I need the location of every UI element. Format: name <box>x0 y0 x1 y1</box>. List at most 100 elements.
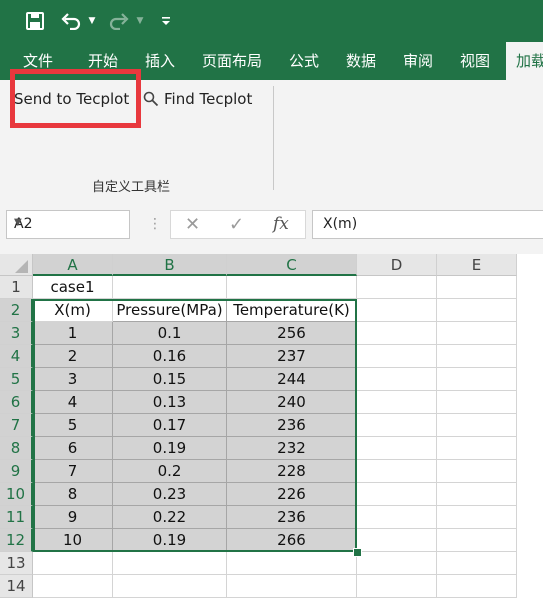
cell-b2[interactable]: Pressure(MPa) <box>113 299 227 322</box>
chevron-down-icon[interactable]: ▼ <box>14 217 123 228</box>
cell-a13[interactable] <box>33 552 113 575</box>
cell-c9[interactable]: 228 <box>227 460 357 483</box>
cell-d1[interactable] <box>357 276 437 299</box>
cell-c1[interactable] <box>227 276 357 299</box>
cell-a9[interactable]: 7 <box>33 460 113 483</box>
column-header-c[interactable]: C <box>227 254 357 276</box>
cell-a10[interactable]: 8 <box>33 483 113 506</box>
enter-icon[interactable]: ✓ <box>229 214 244 235</box>
cell-a5[interactable]: 3 <box>33 368 113 391</box>
cancel-icon[interactable]: ✕ <box>185 214 200 235</box>
cell-b1[interactable] <box>113 276 227 299</box>
cell-b5[interactable]: 0.15 <box>113 368 227 391</box>
cell-a1[interactable]: case1 <box>33 276 113 299</box>
cell-a4[interactable]: 2 <box>33 345 113 368</box>
tab-view[interactable]: 视图 <box>460 42 490 80</box>
undo-icon[interactable] <box>58 8 84 34</box>
cell-c11[interactable]: 236 <box>227 506 357 529</box>
cell-a7[interactable]: 5 <box>33 414 113 437</box>
row-header-4[interactable]: 4 <box>0 345 33 368</box>
cell-a8[interactable]: 6 <box>33 437 113 460</box>
cell-b4[interactable]: 0.16 <box>113 345 227 368</box>
redo-dropdown-icon[interactable]: ▼ <box>134 8 146 34</box>
cell-b3[interactable]: 0.1 <box>113 322 227 345</box>
cell-c13[interactable] <box>227 552 357 575</box>
name-box[interactable]: A2 ▼ <box>6 210 130 239</box>
cell-d13[interactable] <box>357 552 437 575</box>
cell-b13[interactable] <box>113 552 227 575</box>
cell-e10[interactable] <box>437 483 517 506</box>
column-header-e[interactable]: E <box>437 254 517 276</box>
tab-insert[interactable]: 插入 <box>145 42 175 80</box>
cell-b7[interactable]: 0.17 <box>113 414 227 437</box>
column-header-a[interactable]: A <box>33 254 113 276</box>
select-all-corner[interactable] <box>0 254 33 276</box>
row-header-6[interactable]: 6 <box>0 391 33 414</box>
cell-d7[interactable] <box>357 414 437 437</box>
cell-d5[interactable] <box>357 368 437 391</box>
tab-page-layout[interactable]: 页面布局 <box>202 42 262 80</box>
cell-d3[interactable] <box>357 322 437 345</box>
row-header-11[interactable]: 11 <box>0 506 33 529</box>
column-header-d[interactable]: D <box>357 254 437 276</box>
cell-d4[interactable] <box>357 345 437 368</box>
cell-a11[interactable]: 9 <box>33 506 113 529</box>
insert-function-icon[interactable]: fx <box>273 214 289 234</box>
tab-formulas[interactable]: 公式 <box>289 42 319 80</box>
undo-dropdown-icon[interactable]: ▼ <box>86 8 98 34</box>
cell-e6[interactable] <box>437 391 517 414</box>
row-header-8[interactable]: 8 <box>0 437 33 460</box>
cell-b9[interactable]: 0.2 <box>113 460 227 483</box>
row-header-10[interactable]: 10 <box>0 483 33 506</box>
cell-e2[interactable] <box>437 299 517 322</box>
cell-e1[interactable] <box>437 276 517 299</box>
cell-e13[interactable] <box>437 552 517 575</box>
cell-e11[interactable] <box>437 506 517 529</box>
cell-e7[interactable] <box>437 414 517 437</box>
cell-a12[interactable]: 10 <box>33 529 113 552</box>
cell-c4[interactable]: 237 <box>227 345 357 368</box>
worksheet-grid[interactable]: ABCDE 1 2 3 4 5 6 7 8 9 10 11 12 13 14 case1 X(m) Press… <box>0 254 543 598</box>
cell-e4[interactable] <box>437 345 517 368</box>
row-header-2[interactable]: 2 <box>0 299 33 322</box>
cell-d6[interactable] <box>357 391 437 414</box>
row-header-12[interactable]: 12 <box>0 529 33 552</box>
cell-c6[interactable]: 240 <box>227 391 357 414</box>
column-header-b[interactable]: B <box>113 254 227 276</box>
cell-e12[interactable] <box>437 529 517 552</box>
customize-qat-icon[interactable] <box>158 8 174 34</box>
find-tecplot-button[interactable]: Find Tecplot <box>143 86 252 112</box>
cell-c2[interactable]: Temperature(K) <box>227 299 357 322</box>
cell-d9[interactable] <box>357 460 437 483</box>
cell-c8[interactable]: 232 <box>227 437 357 460</box>
cell-e9[interactable] <box>437 460 517 483</box>
row-header-7[interactable]: 7 <box>0 414 33 437</box>
row-header-9[interactable]: 9 <box>0 460 33 483</box>
cell-b11[interactable]: 0.22 <box>113 506 227 529</box>
cell-a6[interactable]: 4 <box>33 391 113 414</box>
tab-addins[interactable]: 加载 <box>506 42 543 80</box>
tab-review[interactable]: 审阅 <box>403 42 433 80</box>
cell-b8[interactable]: 0.19 <box>113 437 227 460</box>
save-icon[interactable] <box>22 8 48 34</box>
cell-d2[interactable] <box>357 299 437 322</box>
cell-c7[interactable]: 236 <box>227 414 357 437</box>
cell-b10[interactable]: 0.23 <box>113 483 227 506</box>
cell-e3[interactable] <box>437 322 517 345</box>
cell-c12[interactable]: 266 <box>227 529 357 552</box>
cell-c5[interactable]: 244 <box>227 368 357 391</box>
cell-d8[interactable] <box>357 437 437 460</box>
redo-icon[interactable] <box>106 8 132 34</box>
cell-c3[interactable]: 256 <box>227 322 357 345</box>
row-header-3[interactable]: 3 <box>0 322 33 345</box>
cell-d12[interactable] <box>357 529 437 552</box>
cell-d10[interactable] <box>357 483 437 506</box>
cell-e5[interactable] <box>437 368 517 391</box>
tab-data[interactable]: 数据 <box>346 42 376 80</box>
row-header-1[interactable]: 1 <box>0 276 33 299</box>
cell-a3[interactable]: 1 <box>33 322 113 345</box>
cell-b6[interactable]: 0.13 <box>113 391 227 414</box>
cell-b12[interactable]: 0.19 <box>113 529 227 552</box>
cell-e8[interactable] <box>437 437 517 460</box>
cell-a2[interactable]: X(m) <box>33 299 113 322</box>
